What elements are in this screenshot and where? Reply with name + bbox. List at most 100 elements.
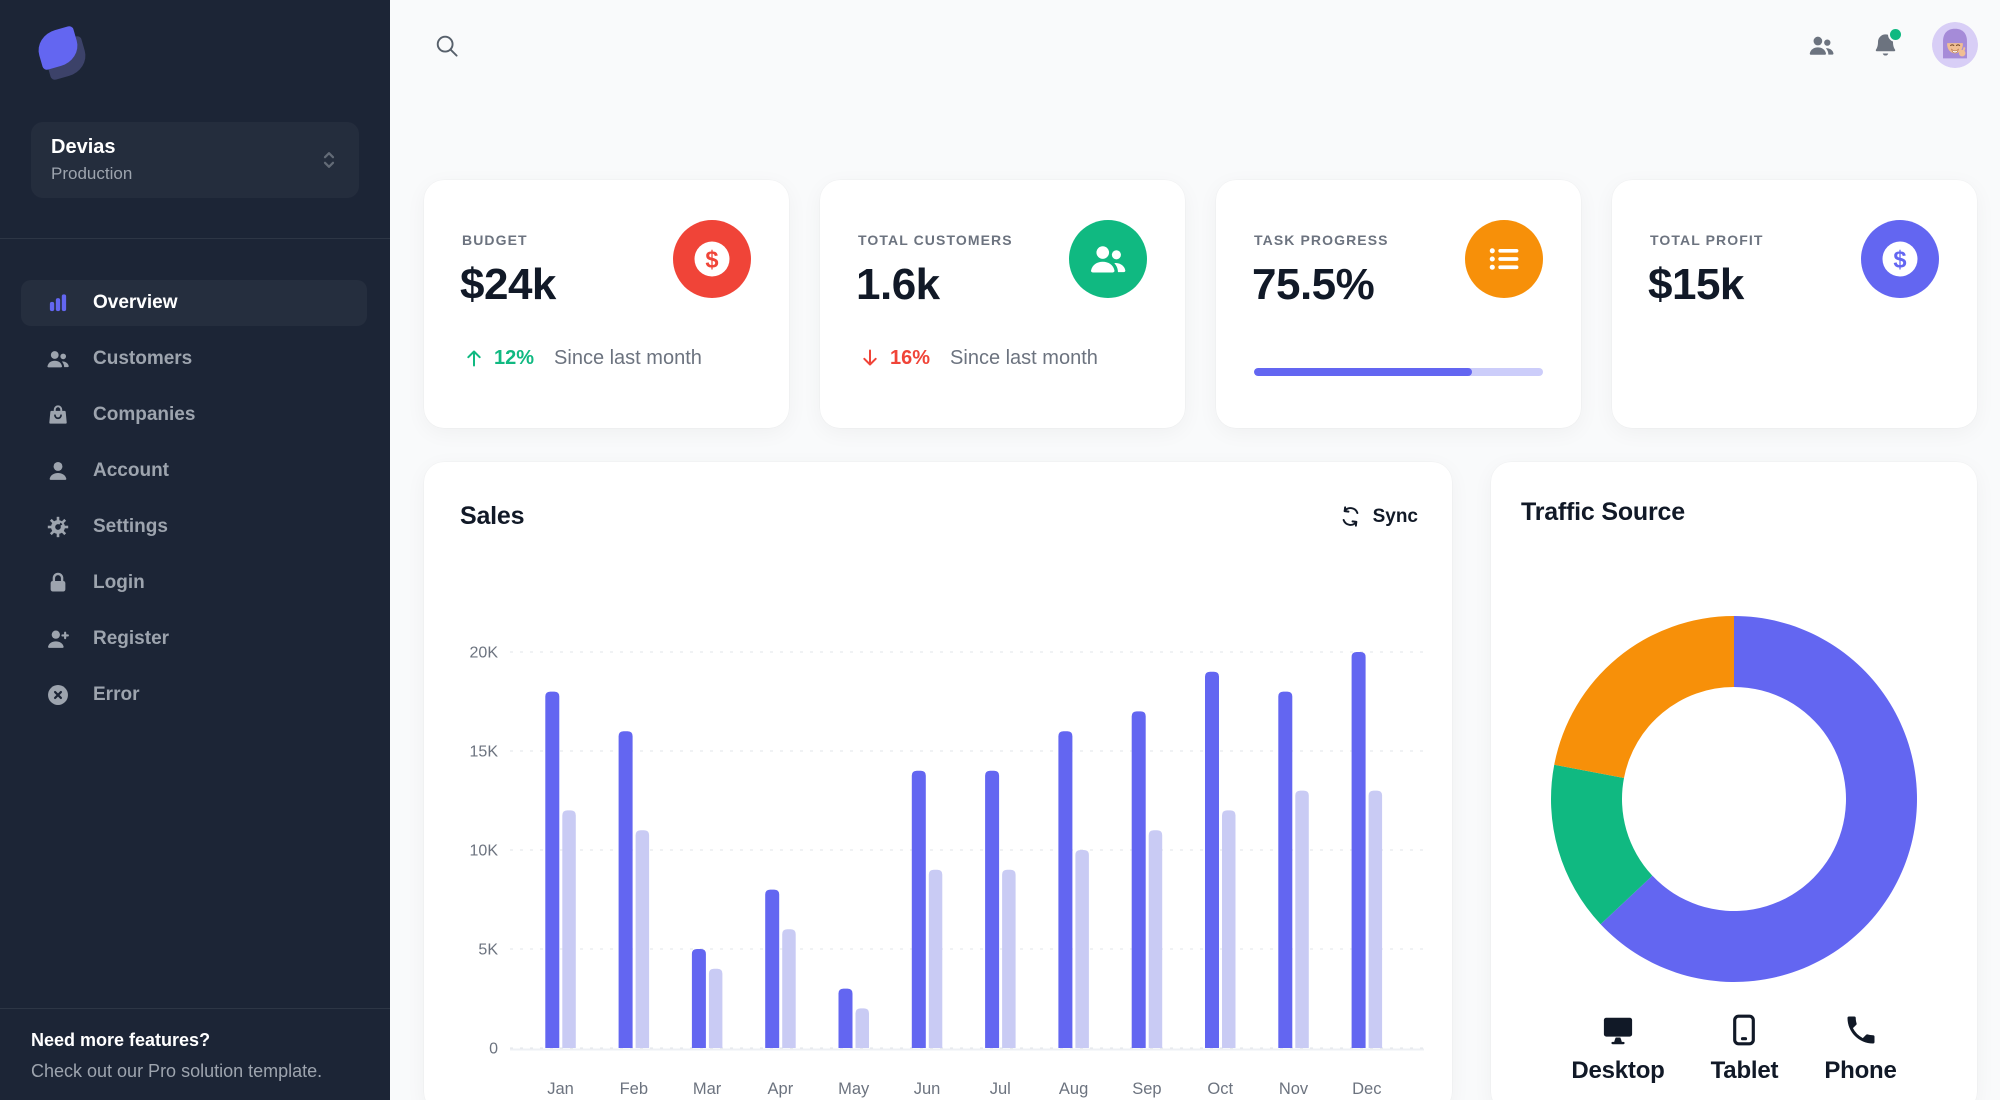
sidebar-item-label: Login <box>93 572 145 593</box>
bar-current-jul <box>985 770 1000 1048</box>
sidebar-item-label: Account <box>93 460 169 481</box>
sidebar-nav: Overview Customers Companies Account Setting… <box>21 280 367 718</box>
users-icon <box>45 346 71 372</box>
footer-title: Need more features? <box>31 1030 211 1050</box>
sidebar-item-account[interactable]: Account <box>21 448 367 494</box>
bar-previous-aug <box>1075 850 1089 1048</box>
sidebar-item-customers[interactable]: Customers <box>21 336 367 382</box>
x-tick-label: May <box>838 1080 870 1098</box>
legend-label: Phone <box>1824 1057 1897 1084</box>
bar-previous-mar <box>708 968 723 1048</box>
x-tick-label: Nov <box>1279 1080 1309 1098</box>
unfold-more-icon <box>317 148 341 172</box>
users-circle-icon <box>1069 220 1147 298</box>
sidebar-item-label: Settings <box>93 516 168 537</box>
y-tick-label: 10K <box>470 843 499 860</box>
sidebar-item-label: Customers <box>93 348 193 369</box>
x-tick-label: Mar <box>693 1080 722 1098</box>
notification-dot <box>1890 29 1901 40</box>
sidebar-item-label: Companies <box>93 404 196 425</box>
sync-button[interactable]: Sync <box>1339 505 1418 528</box>
y-tick-label: 15K <box>470 744 499 761</box>
bar-current-feb <box>618 731 633 1048</box>
bar-current-may <box>838 988 853 1048</box>
search-button[interactable] <box>426 25 466 65</box>
x-tick-label: Jan <box>547 1080 574 1098</box>
sidebar-item-error[interactable]: Error <box>21 672 367 718</box>
stat-value: 75.5% <box>1252 260 1375 309</box>
x-tick-label: Jul <box>990 1080 1011 1098</box>
traffic-source-card: Traffic Source Desktop Tablet Phone <box>1491 462 1977 1100</box>
bar-previous-dec <box>1368 790 1383 1048</box>
sync-icon <box>1339 505 1362 528</box>
trend-caption: Since last month <box>554 346 702 369</box>
sidebar-divider <box>0 238 390 239</box>
topbar <box>390 0 2000 90</box>
stat-value: $24k <box>460 260 556 309</box>
stat-label: TASK PROGRESS <box>1254 232 1389 248</box>
dollar-circle-icon: $ <box>1861 220 1939 298</box>
sidebar-item-label: Overview <box>93 292 178 313</box>
trend-percentage: 12% <box>494 346 535 369</box>
trend-percentage: 16% <box>890 346 931 369</box>
task-progress-bar <box>1254 368 1543 376</box>
phone-icon <box>1843 1012 1879 1048</box>
bar-previous-jul <box>1002 869 1016 1048</box>
svg-text:$: $ <box>705 247 718 273</box>
y-tick-label: 0 <box>489 1041 498 1058</box>
stat-trend: 12% Since last month <box>462 346 702 370</box>
stat-card-task-progress: TASK PROGRESS 75.5% <box>1216 180 1581 428</box>
sidebar-item-settings[interactable]: Settings <box>21 504 367 550</box>
user-avatar[interactable] <box>1932 22 1978 68</box>
workspace-name: Devias <box>51 136 116 158</box>
bar-current-apr <box>765 889 780 1048</box>
monitor-icon <box>1600 1012 1636 1048</box>
sidebar-item-overview[interactable]: Overview <box>21 280 367 326</box>
sidebar-item-login[interactable]: Login <box>21 560 367 606</box>
x-tick-label: Oct <box>1207 1080 1233 1098</box>
y-tick-label: 20K <box>470 645 499 662</box>
trend-caption: Since last month <box>950 346 1098 369</box>
sidebar-item-register[interactable]: Register <box>21 616 367 662</box>
stat-trend: 16% Since last month <box>858 346 1098 370</box>
stat-card-budget: BUDGET $24k $12% Since last month <box>424 180 789 428</box>
sidebar-item-label: Error <box>93 684 140 705</box>
stat-card-total-profit: TOTAL PROFIT $15k $ <box>1612 180 1977 428</box>
sales-card: Sales Sync 0 5K 10K 15K 20K Jan Feb Mar Apr May Ju… <box>424 462 1452 1100</box>
stat-label: TOTAL CUSTOMERS <box>858 232 1013 248</box>
dollar-circle-icon: $ <box>673 220 751 298</box>
contacts-button[interactable] <box>1804 28 1838 62</box>
sidebar-item-companies[interactable]: Companies <box>21 392 367 438</box>
workspace-selector[interactable]: Devias Production <box>31 122 359 198</box>
bar-previous-apr <box>782 929 796 1048</box>
bar-current-jan <box>545 691 560 1048</box>
notifications-button[interactable] <box>1868 28 1902 62</box>
search-icon <box>433 32 460 59</box>
bar-current-nov <box>1278 691 1293 1048</box>
svg-text:$: $ <box>1893 247 1906 273</box>
sync-label: Sync <box>1372 505 1418 527</box>
sidebar-footer: Need more features? Check out our Pro so… <box>31 1030 366 1082</box>
bar-previous-nov <box>1295 790 1309 1048</box>
sidebar-item-label: Register <box>93 628 170 649</box>
bar-current-oct <box>1205 671 1219 1048</box>
trend-down-arrow-icon <box>858 346 882 370</box>
bar-current-sep <box>1131 711 1146 1048</box>
bar-current-mar <box>691 949 706 1048</box>
chart-bar-icon <box>45 290 71 316</box>
sidebar-footer-divider <box>0 1008 390 1009</box>
traffic-source-title: Traffic Source <box>1521 498 1685 526</box>
legend-item-desktop: Desktop <box>1571 1012 1665 1085</box>
y-tick-label: 5K <box>478 942 498 959</box>
devias-logo-icon <box>33 25 92 84</box>
bar-previous-jan <box>562 810 576 1048</box>
user-plus-icon <box>45 626 71 652</box>
workspace-environment: Production <box>51 164 133 183</box>
shopping-bag-icon <box>45 402 71 428</box>
tablet-icon <box>1726 1012 1762 1048</box>
list-circle-icon <box>1465 220 1543 298</box>
bar-current-aug <box>1058 731 1073 1048</box>
stats-row: BUDGET $24k $12% Since last month TOTAL CUST… <box>424 180 1977 428</box>
bar-previous-feb <box>635 830 650 1048</box>
avatar-image <box>1932 22 1978 68</box>
